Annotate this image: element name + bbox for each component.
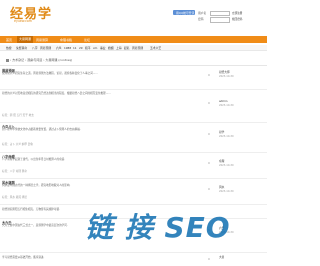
- main-nav: 首页 大易网课 周易测算 命理书籍 论坛: [0, 36, 267, 43]
- page: 经易学 eyuew.com 用QQ帐号登录 用户名 立即注册 密码 找回密码 首…: [0, 0, 267, 266]
- thread-author[interactable]: 易学: [219, 130, 224, 134]
- thread-author[interactable]: 风水: [219, 185, 224, 189]
- hot-search-item[interactable]: 周易预测: [40, 46, 51, 50]
- thread-row[interactable]: 学习易经需要从基础开始，循序渐进. 0 大易: [0, 252, 267, 266]
- reply-count: 0: [208, 257, 210, 261]
- nav-item-books[interactable]: 命理书籍: [60, 38, 72, 42]
- thread-date: 2023-10-30: [219, 75, 234, 78]
- thread-tags: 标签：阴 阳 五行 天干 地支: [2, 114, 34, 117]
- thread-row[interactable]: 易经的六爻对天地自然相应的研究已经达到相当的程度，根据易经八卦之间的相互变化推理…: [0, 89, 267, 123]
- hot-search-item[interactable]: 1988: [64, 46, 71, 50]
- qq-login-label: 用QQ帐号登录: [176, 11, 195, 15]
- hot-search-item[interactable]: 免费算命: [16, 46, 27, 50]
- thread-author[interactable]: 易经大师: [219, 70, 230, 74]
- thread-row[interactable]: 六爻占卜 占卜在中华传统文化中占据着重要位置，通过占卜预测人的吉凶祸福. 标签：…: [0, 122, 267, 153]
- hot-search-item[interactable]: 29: [79, 46, 83, 50]
- login-panel: 用QQ帐号登录 用户名 立即注册 密码 找回密码: [164, 10, 260, 32]
- reply-count: 0: [208, 187, 210, 191]
- nav-item-course[interactable]: 大易网课: [17, 36, 34, 43]
- qq-login-button[interactable]: 用QQ帐号登录: [173, 10, 195, 15]
- site-logo[interactable]: 经易学 eyuew.com: [10, 3, 62, 25]
- password-label: 密码: [198, 17, 204, 21]
- thread-author[interactable]: 大易: [219, 255, 224, 259]
- reply-count: 0: [208, 132, 210, 136]
- hot-search-item[interactable]: 六爻: [56, 46, 62, 50]
- reply-count: 0: [208, 101, 210, 105]
- thread-row[interactable]: 风水堪舆 风水是中国古代的一种择居之学，研究地形地貌对人的影响. 标签：风水 堪…: [0, 178, 267, 205]
- hot-search-item[interactable]: 和平: [85, 46, 91, 50]
- breadcrumb: › 方术杂记 › 观察与问道 › 大易网课 (contraq): [6, 58, 72, 62]
- nav-item-home[interactable]: 首页: [6, 38, 12, 42]
- thread-tags: 标签：风水 堪舆 择居: [2, 196, 27, 199]
- thread-tags: 标签：占卜 六爻 纳甲 卦象: [2, 143, 34, 146]
- reply-count: 0: [208, 161, 210, 165]
- hot-search-item[interactable]: 八字: [32, 46, 38, 50]
- thread-row[interactable]: 周易预测 论周易六爻研究生存之道，周易预测方法教程，论易，观察各种变化于人事之间…: [0, 66, 267, 90]
- thread-date: 2023-10-30: [219, 164, 234, 167]
- thread-excerpt: 八字命理学起源于唐代，以出生年月日时推算人的命运.: [2, 158, 66, 161]
- hot-search-item[interactable]: 上海: [116, 46, 122, 50]
- nav-item-divination[interactable]: 周易测算: [36, 38, 48, 42]
- hot-search-item[interactable]: 周易预测: [132, 46, 143, 50]
- thread-tags: 标签：八字 命理 算命: [2, 170, 27, 173]
- hot-search-item[interactable]: 起名: [124, 46, 130, 50]
- breadcrumb-text[interactable]: › 方术杂记 › 观察与问道 › 大易网课 (contraq): [10, 58, 72, 62]
- thread-author[interactable]: 命理: [219, 159, 224, 163]
- thread-excerpt: 学习易经需要从基础开始，循序渐进.: [2, 256, 45, 259]
- thread-excerpt: 论周易六爻研究生存之道，周易预测方法教程，论易，观察各种变化于人事之间.....…: [2, 72, 98, 75]
- site-header: 经易学 eyuew.com 用QQ帐号登录 用户名 立即注册 密码 找回密码: [0, 0, 267, 32]
- hot-search-item[interactable]: 事业: [100, 46, 106, 50]
- logo-url: eyuew.com: [14, 19, 32, 23]
- username-field[interactable]: [210, 10, 230, 16]
- hot-search-bar: 热搜 免费算命 八字 周易预测 六爻 1988 11 29 和平 xm 事业 婚…: [0, 45, 267, 51]
- hot-search-label: 热搜: [6, 46, 12, 50]
- thread-date: 2023-10-30: [219, 104, 234, 107]
- thread-date: 2023-10-30: [219, 135, 234, 138]
- home-icon[interactable]: [6, 58, 9, 62]
- hot-search-item[interactable]: xm: [93, 46, 97, 50]
- forgot-password-link[interactable]: 找回密码: [232, 17, 242, 21]
- hot-search-item[interactable]: 婚姻: [108, 46, 114, 50]
- thread-author[interactable]: admin: [219, 99, 227, 103]
- watermark-logo: 链 接 SEO: [85, 211, 231, 243]
- watermark-text: 链 接 SEO: [85, 211, 231, 243]
- thread-row[interactable]: 八字命理 八字命理学起源于唐代，以出生年月日时推算人的命运. 标签：八字 命理 …: [0, 152, 267, 179]
- register-link[interactable]: 立即注册: [232, 11, 242, 15]
- thread-excerpt: 易经的六爻对天地自然相应的研究已经达到相当的程度，根据易经八卦之间的相互变化推理…: [2, 92, 111, 95]
- password-field[interactable]: [210, 17, 230, 23]
- thread-excerpt: 占卜在中华传统文化中占据着重要位置，通过占卜预测人的吉凶祸福.: [2, 128, 81, 131]
- thread-date: 2023-10-30: [219, 190, 234, 193]
- username-label: 用户名: [198, 10, 207, 15]
- hot-search-item[interactable]: 五术六艺: [150, 46, 161, 50]
- nav-item-forum[interactable]: 论坛: [84, 38, 90, 42]
- hot-search-item[interactable]: 11: [73, 46, 77, 50]
- thread-excerpt: 风水是中国古代的一种择居之学，研究地形地貌对人的影响.: [2, 184, 71, 187]
- reply-count: 0: [208, 73, 210, 77]
